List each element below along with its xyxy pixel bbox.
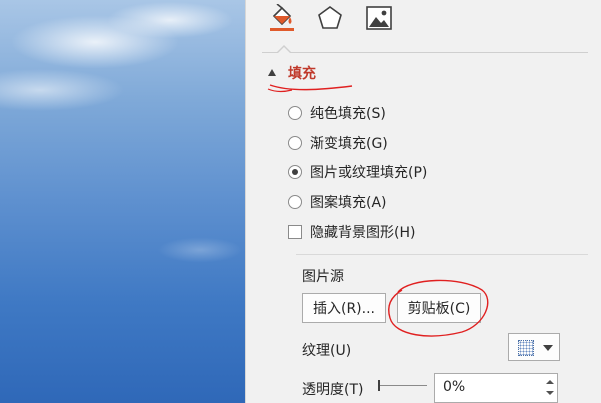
radio-button-selected[interactable] bbox=[288, 165, 302, 179]
pentagon-shape-icon[interactable] bbox=[316, 4, 344, 32]
option-label: 渐变填充(G) bbox=[310, 136, 388, 152]
insert-picture-button[interactable]: 插入(R)... bbox=[302, 293, 386, 323]
section-divider bbox=[296, 254, 588, 255]
radio-button[interactable] bbox=[288, 195, 302, 209]
collapse-triangle-icon[interactable] bbox=[268, 69, 276, 76]
transparency-value[interactable]: 0% bbox=[443, 379, 465, 395]
option-label: 图案填充(A) bbox=[310, 195, 387, 211]
picture-source-label: 图片源 bbox=[302, 269, 344, 285]
dropdown-arrow-icon bbox=[543, 345, 553, 351]
option-label: 纯色填充(S) bbox=[310, 106, 386, 122]
transparency-label: 透明度(T) bbox=[302, 382, 364, 398]
transparency-spinbox[interactable]: 0% bbox=[434, 373, 558, 403]
radio-button[interactable] bbox=[288, 106, 302, 120]
option-label: 隐藏背景图形(H) bbox=[310, 225, 416, 241]
picture-icon[interactable] bbox=[365, 4, 393, 32]
section-title: 填充 bbox=[288, 66, 316, 82]
radio-button[interactable] bbox=[288, 136, 302, 150]
transparency-slider-track[interactable] bbox=[379, 385, 427, 386]
transparency-slider-thumb[interactable] bbox=[378, 380, 380, 391]
option-label: 图片或纹理填充(P) bbox=[310, 165, 428, 181]
paint-bucket-icon[interactable] bbox=[268, 4, 296, 32]
texture-dropdown[interactable] bbox=[508, 333, 560, 361]
tab-divider bbox=[262, 52, 588, 53]
checkbox[interactable] bbox=[288, 225, 302, 239]
texture-swatch-icon bbox=[518, 340, 534, 356]
spin-down-icon[interactable] bbox=[545, 389, 555, 399]
texture-label: 纹理(U) bbox=[302, 343, 352, 359]
clipboard-button[interactable]: 剪贴板(C) bbox=[397, 293, 481, 323]
format-background-pane: 填充 纯色填充(S) 渐变填充(G) 图片或纹理填充(P) 图案填充(A) 隐藏… bbox=[246, 0, 601, 403]
spin-up-icon[interactable] bbox=[545, 377, 555, 387]
slide-background-sky bbox=[0, 0, 245, 403]
